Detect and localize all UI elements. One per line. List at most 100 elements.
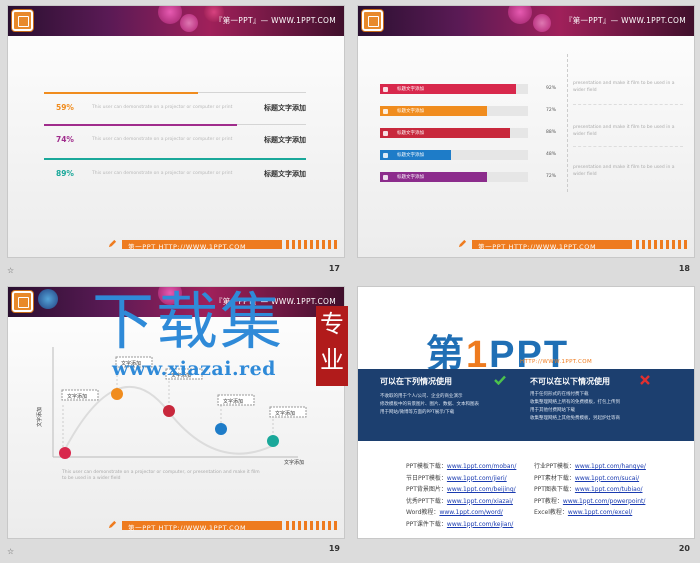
cannot-use-item: 收集整理网络上所有的免费模板，打包上传到 xyxy=(530,400,620,405)
link[interactable]: www.1ppt.com/sucai/ xyxy=(575,475,639,482)
link[interactable]: www.1ppt.com/kejian/ xyxy=(447,521,513,528)
link-row: 行业PPT模板：www.1ppt.com/hangye/ xyxy=(534,463,646,470)
can-use-item: 不收取的用于个人/公司、企业的商业演示 xyxy=(380,394,463,399)
usage-panel: 可以在下列情况使用 不可以在以下情况使用 不收取的用于个人/公司、企业的商业演示… xyxy=(358,369,694,441)
pencil-icon xyxy=(108,239,117,248)
divider xyxy=(567,54,568,192)
footer-text: 第一PPT HTTP://WWW.1PPT.COM xyxy=(478,243,597,251)
star-icon[interactable]: ☆ xyxy=(7,547,14,556)
chart-point xyxy=(267,435,279,447)
link-row: Word教程：www.1ppt.com/word/ xyxy=(406,509,503,516)
link[interactable]: www.1ppt.com/powerpoint/ xyxy=(563,498,645,505)
slide-number: 20 xyxy=(678,544,690,553)
chart-point xyxy=(215,423,227,435)
side-description: presentation and make it film to be used… xyxy=(573,125,675,137)
check-icon xyxy=(494,375,506,385)
footer-text: 第一PPT HTTP://WWW.1PPT.COM xyxy=(128,524,247,532)
link[interactable]: www.1ppt.com/xiazai/ xyxy=(447,498,513,505)
callout-label: 文字添加 xyxy=(275,411,296,417)
cannot-use-title: 不可以在以下情况使用 xyxy=(530,377,610,386)
bar-label: 标题文字添加 xyxy=(397,87,424,92)
link-row: PPT模板下载：www.1ppt.com/moban/ xyxy=(406,463,517,470)
pencil-icon xyxy=(458,239,467,248)
x-axis-label: 文字添加 xyxy=(284,460,305,466)
link[interactable]: www.1ppt.com/beijing/ xyxy=(447,486,516,493)
bar-row: 标题文字添加 88% xyxy=(380,127,560,139)
chart-description: This user can demonstrate on a projector… xyxy=(62,470,260,481)
stamp-char: 专 xyxy=(320,310,344,338)
stamp-char: 业 xyxy=(320,346,344,374)
bar-value: 88% xyxy=(546,130,557,135)
bar-label: 标题文字添加 xyxy=(397,109,424,114)
callout-label: 文字添加 xyxy=(67,394,88,400)
brand-url: HTTP://WWW.1PPT.COM xyxy=(520,359,593,365)
bar-label: 标题文字添加 xyxy=(397,175,424,180)
slide-banner: 『第一PPT』— WWW.1PPT.COM xyxy=(8,6,344,36)
y-axis-label: 文字添加 xyxy=(37,406,43,427)
slide-thumbnail-17[interactable]: 『第一PPT』— WWW.1PPT.COM 59% This user can … xyxy=(0,0,350,281)
bar-row: 标题文字添加 72% xyxy=(380,105,560,117)
ppt-logo-icon xyxy=(362,10,383,31)
progress-row: 74% This user can demonstrate on a proje… xyxy=(44,124,306,150)
link-row: 节日PPT模板：www.1ppt.com/jieri/ xyxy=(406,474,507,482)
side-description: presentation and make it film to be used… xyxy=(573,81,675,93)
slide-17: 『第一PPT』— WWW.1PPT.COM 59% This user can … xyxy=(7,5,345,258)
slide-footer: 第一PPT HTTP://WWW.1PPT.COM xyxy=(8,520,344,532)
cross-icon xyxy=(640,375,650,385)
watermark-url: www.xiazai.red xyxy=(112,358,276,380)
link[interactable]: www.1ppt.com/tubiao/ xyxy=(575,486,643,493)
bar-value: 48% xyxy=(546,152,557,157)
callout-label: 文字添加 xyxy=(223,399,244,405)
cannot-use-item: 收集整理网络上其他免费模板，另起炉灶等商 xyxy=(530,416,620,421)
chart-point xyxy=(59,447,71,459)
side-description: presentation and make it film to be used… xyxy=(573,165,675,177)
bar-value: 92% xyxy=(546,86,557,91)
watermark-stamp: 专 业 xyxy=(316,306,348,386)
bar-value: 72% xyxy=(546,108,557,113)
cannot-use-item: 用于其他付费网站下载 xyxy=(530,408,575,413)
link[interactable]: www.1ppt.com/hangye/ xyxy=(575,463,646,470)
slide-20: 第1PPT HTTP://WWW.1PPT.COM 可以在下列情况使用 不可以在… xyxy=(357,286,695,539)
banner-title: 『第一PPT』— WWW.1PPT.COM xyxy=(564,16,686,25)
progress-title: 标题文字添加 xyxy=(264,136,306,144)
progress-line xyxy=(44,124,237,126)
bar-value: 72% xyxy=(546,174,557,179)
progress-title: 标题文字添加 xyxy=(264,104,306,112)
ppt-logo-icon xyxy=(12,10,33,31)
bar-row: 标题文字添加 92% xyxy=(380,83,560,95)
slide-banner: 『第一PPT』— WWW.1PPT.COM xyxy=(358,6,694,36)
progress-row: 59% This user can demonstrate on a proje… xyxy=(44,92,306,118)
can-use-item: 修改模板中的背景图片、图片、数据、文本和图表 xyxy=(380,402,479,407)
link[interactable]: www.1ppt.com/excel/ xyxy=(568,509,632,516)
link[interactable]: www.1ppt.com/moban/ xyxy=(447,463,516,470)
can-use-item: 用于网站/微博等方面的PPT展示/下载 xyxy=(380,410,455,415)
link-row: PPT背景图片：www.1ppt.com/beijing/ xyxy=(406,486,516,493)
progress-description: This user can demonstrate on a projector… xyxy=(92,105,233,110)
slide-thumbnail-20[interactable]: 第1PPT HTTP://WWW.1PPT.COM 可以在下列情况使用 不可以在… xyxy=(350,281,700,563)
banner-title: 『第一PPT』— WWW.1PPT.COM xyxy=(214,16,336,25)
link-row: PPT素材下载：www.1ppt.com/sucai/ xyxy=(534,474,640,482)
link[interactable]: www.1ppt.com/jieri/ xyxy=(447,475,507,482)
progress-percent: 74% xyxy=(56,135,74,144)
progress-row: 89% This user can demonstrate on a proje… xyxy=(44,158,306,184)
chart-point xyxy=(111,388,123,400)
bar-row: 标题文字添加 72% xyxy=(380,171,560,183)
slide-thumbnail-18[interactable]: 『第一PPT』— WWW.1PPT.COM 标题文字添加 92% 标题文字添加 … xyxy=(350,0,700,281)
bar-row: 标题文字添加 48% xyxy=(380,149,560,161)
link-row: PPT教程：www.1ppt.com/powerpoint/ xyxy=(534,497,646,505)
progress-title: 标题文字添加 xyxy=(264,170,306,178)
link-row: PPT课件下载：www.1ppt.com/kejian/ xyxy=(406,520,514,528)
cannot-use-item: 用于任何形式的在线付费下载 xyxy=(530,392,589,397)
chart-point xyxy=(163,405,175,417)
link-row: PPT图表下载：www.1ppt.com/tubiao/ xyxy=(534,486,643,493)
link[interactable]: www.1ppt.com/word/ xyxy=(439,509,502,516)
link-row: 优秀PPT下载：www.1ppt.com/xiazai/ xyxy=(406,497,513,505)
link-row: Excel教程：www.1ppt.com/excel/ xyxy=(534,509,633,516)
progress-line xyxy=(44,92,198,94)
pencil-icon xyxy=(108,520,117,529)
slide-footer: 第一PPT HTTP://WWW.1PPT.COM xyxy=(358,239,694,251)
star-icon[interactable]: ☆ xyxy=(7,266,14,275)
progress-percent: 59% xyxy=(56,103,74,112)
progress-description: This user can demonstrate on a projector… xyxy=(92,137,233,142)
bar-label: 标题文字添加 xyxy=(397,153,424,158)
